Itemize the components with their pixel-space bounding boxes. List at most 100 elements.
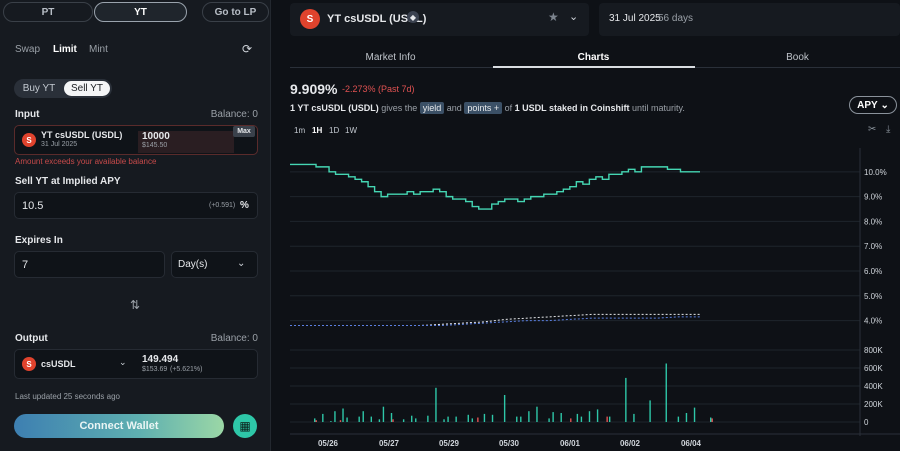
mode-limit[interactable]: Limit (53, 44, 77, 55)
volume-bar (382, 406, 385, 422)
output-delta: (+5.621%) (170, 366, 203, 373)
volume-bar-sell (315, 420, 317, 422)
volume-bar (415, 418, 417, 422)
csusdl-coin-icon: S (22, 133, 36, 147)
x-tick-label: 06/01 (560, 439, 581, 448)
swap-direction-icon[interactable]: ⇅ (130, 298, 140, 312)
volume-bar (378, 419, 381, 422)
underlying-apy-line (290, 313, 700, 327)
favorite-star-icon[interactable]: ★ (548, 10, 559, 24)
max-button[interactable]: Max (233, 126, 255, 137)
volume-bar (560, 413, 562, 422)
tab-book[interactable]: Book (697, 52, 898, 68)
output-token-chevron-icon[interactable]: ⌄ (119, 357, 127, 368)
volume-bar (390, 413, 393, 422)
volume-bar (710, 417, 712, 422)
volume-bar (435, 387, 437, 422)
x-tick-label: 05/30 (499, 439, 520, 448)
input-balance: Balance: 0 (210, 109, 258, 120)
x-tick-label: 05/26 (318, 439, 339, 448)
y-tick-label: 7.0% (864, 242, 882, 251)
percent-unit: % (240, 200, 249, 211)
input-label: Input (15, 109, 40, 120)
mode-mint[interactable]: Mint (89, 44, 108, 55)
x-tick-label: 05/29 (439, 439, 460, 448)
connect-wallet-button[interactable]: Connect Wallet (14, 414, 224, 438)
volume-bar (443, 419, 445, 422)
calculator-icon[interactable]: ▦ (233, 414, 257, 438)
apy-change: -2.273% (Past 7d) (342, 84, 415, 94)
volume-bar (649, 400, 651, 422)
timeframe-1m[interactable]: 1m (294, 126, 305, 135)
volume-bar (608, 416, 611, 422)
input-token[interactable]: YT csUSDL (USDL) (41, 130, 122, 140)
volume-bar-sell (477, 417, 479, 422)
y-tick-label: 5.0% (864, 292, 882, 301)
volume-bar-sell (339, 420, 342, 422)
expires-field[interactable] (14, 251, 165, 278)
volume-bar (665, 363, 667, 422)
volume-tick-label: 400K (864, 382, 883, 391)
timeframe-1w[interactable]: 1W (345, 126, 357, 135)
volume-bar (625, 377, 627, 422)
tab-active-indicator (493, 66, 695, 68)
volume-bar (334, 411, 336, 422)
volume-bar (693, 407, 696, 422)
expires-unit: Day(s) (178, 259, 208, 270)
y-tick-label: 8.0% (864, 217, 882, 226)
volume-bar-sell (392, 419, 394, 422)
maturity-date: 31 Jul 2025 (609, 13, 661, 24)
volume-bar (483, 413, 486, 422)
timeframe-1d[interactable]: 1D (329, 126, 339, 135)
output-balance: Balance: 0 (210, 333, 258, 344)
y-tick-label: 9.0% (864, 193, 882, 202)
volume-bar (358, 416, 360, 422)
volume-bar (516, 416, 518, 422)
volume-bar (467, 414, 469, 422)
volume-bar (362, 411, 364, 422)
output-token[interactable]: csUSDL (41, 359, 76, 369)
trade-panel: PT YT Go to LP Swap Limit Mint ⟳ Buy YT … (0, 0, 271, 451)
volume-bar (633, 413, 635, 422)
volume-bar-sell (570, 418, 572, 422)
volume-tick-label: 800K (864, 346, 883, 355)
volume-bar (528, 411, 530, 422)
volume-bar (346, 417, 348, 422)
csusdl-output-coin-icon: S (22, 357, 36, 371)
crosshair-tools-icon[interactable]: ✂ (868, 124, 876, 135)
refresh-icon[interactable]: ⟳ (242, 43, 254, 55)
apy-description: 1 YT csUSDL (USDL) gives the yield and p… (290, 102, 685, 114)
volume-bar (491, 414, 494, 422)
volume-bar (588, 411, 591, 422)
volume-bar (580, 416, 583, 422)
implied-apy-line (290, 316, 700, 327)
volume-bar (402, 419, 405, 422)
expires-value[interactable]: 7 (22, 259, 28, 271)
market-chevron-down-icon[interactable]: ⌄ (569, 10, 578, 23)
mode-swap[interactable]: Swap (15, 44, 40, 55)
output-amount: 149.494 (142, 354, 179, 365)
tab-yt[interactable]: YT (94, 2, 187, 22)
timeframe-1h[interactable]: 1H (312, 126, 322, 135)
maturity-days: 56 days (658, 13, 694, 24)
volume-bar (455, 416, 457, 422)
x-tick-label: 05/27 (379, 439, 400, 448)
tab-pt[interactable]: PT (3, 2, 93, 22)
implied-apy-value[interactable]: 10.5 (22, 200, 43, 212)
output-usd: $153.69 (142, 366, 168, 373)
y-tick-label: 6.0% (864, 267, 882, 276)
input-amount[interactable]: 10000 (142, 131, 170, 142)
expires-label: Expires In (15, 235, 63, 246)
output-label: Output (15, 333, 48, 344)
volume-bar (552, 412, 554, 422)
apy-select[interactable]: APY ⌄ (849, 96, 897, 114)
buy-yt-button[interactable]: Buy YT (16, 81, 62, 96)
volume-bar-sell (711, 418, 713, 422)
apy-line (290, 163, 700, 210)
sell-yt-button[interactable]: Sell YT (64, 81, 110, 96)
download-icon[interactable]: ⤓ (886, 124, 890, 135)
tab-market-info[interactable]: Market Info (290, 52, 491, 68)
volume-bar (576, 413, 579, 422)
input-token-date: 31 Jul 2025 (41, 141, 78, 148)
go-to-lp-button[interactable]: Go to LP (202, 2, 269, 22)
